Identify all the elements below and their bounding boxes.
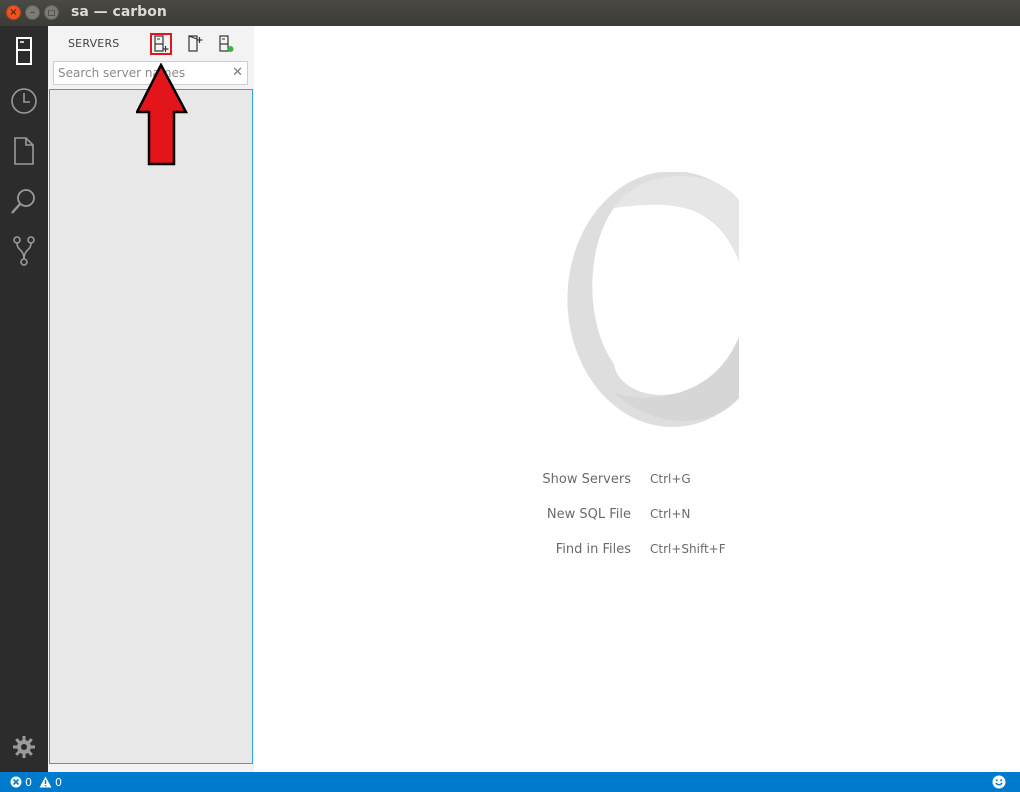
problems-indicator[interactable]: 0 0 bbox=[10, 775, 62, 789]
shortcut-row: New SQL File Ctrl+N bbox=[254, 507, 1020, 525]
shortcut-row: Find in Files Ctrl+Shift+F bbox=[254, 542, 1020, 560]
shortcut-label[interactable]: New SQL File bbox=[471, 507, 631, 522]
activity-explorer[interactable] bbox=[0, 129, 48, 173]
error-icon bbox=[10, 776, 22, 788]
warning-count: 0 bbox=[55, 775, 62, 789]
clear-search-button[interactable]: ✕ bbox=[232, 65, 243, 81]
shortcut-label[interactable]: Find in Files bbox=[471, 542, 631, 557]
activity-servers[interactable] bbox=[0, 29, 48, 73]
add-server-icon bbox=[154, 35, 169, 52]
status-bar: 0 0 bbox=[0, 772, 1020, 792]
maximize-window-button[interactable]: □ bbox=[44, 5, 59, 20]
shortcut-key: Ctrl+Shift+F bbox=[650, 542, 726, 556]
shortcut-key: Ctrl+G bbox=[650, 472, 691, 486]
active-connections-button[interactable] bbox=[215, 33, 237, 55]
add-server-group-icon bbox=[188, 35, 203, 52]
error-count: 0 bbox=[25, 775, 32, 789]
server-icon bbox=[16, 37, 32, 65]
welcome-page: Show Servers Ctrl+G New SQL File Ctrl+N … bbox=[254, 26, 1020, 772]
activity-history[interactable] bbox=[0, 79, 48, 123]
activity-bar bbox=[0, 26, 48, 772]
file-icon bbox=[14, 137, 34, 165]
shortcut-label[interactable]: Show Servers bbox=[471, 472, 631, 487]
clock-icon bbox=[11, 88, 37, 114]
add-server-group-button[interactable] bbox=[184, 33, 206, 55]
warning-icon bbox=[39, 776, 52, 788]
activity-search[interactable] bbox=[0, 179, 48, 223]
activity-settings[interactable] bbox=[0, 725, 48, 769]
annotation-arrow-icon bbox=[136, 63, 188, 166]
server-tree[interactable] bbox=[49, 89, 253, 764]
smiley-icon[interactable] bbox=[992, 775, 1006, 789]
minimize-window-button[interactable]: – bbox=[25, 5, 40, 20]
carbon-logo-icon bbox=[567, 172, 739, 427]
sidebar-title: SERVERS bbox=[68, 37, 120, 50]
shortcut-row: Show Servers Ctrl+G bbox=[254, 472, 1020, 490]
activity-source-control[interactable] bbox=[0, 229, 48, 273]
new-connection-button[interactable] bbox=[150, 33, 172, 55]
gear-icon bbox=[13, 736, 35, 758]
search-icon bbox=[11, 189, 35, 214]
close-window-button[interactable]: × bbox=[6, 5, 21, 20]
git-branch-icon bbox=[13, 236, 35, 266]
title-bar: × – □ sa — carbon bbox=[0, 0, 1020, 26]
active-server-icon bbox=[219, 35, 234, 52]
window-title: sa — carbon bbox=[71, 4, 167, 20]
shortcut-key: Ctrl+N bbox=[650, 507, 691, 521]
